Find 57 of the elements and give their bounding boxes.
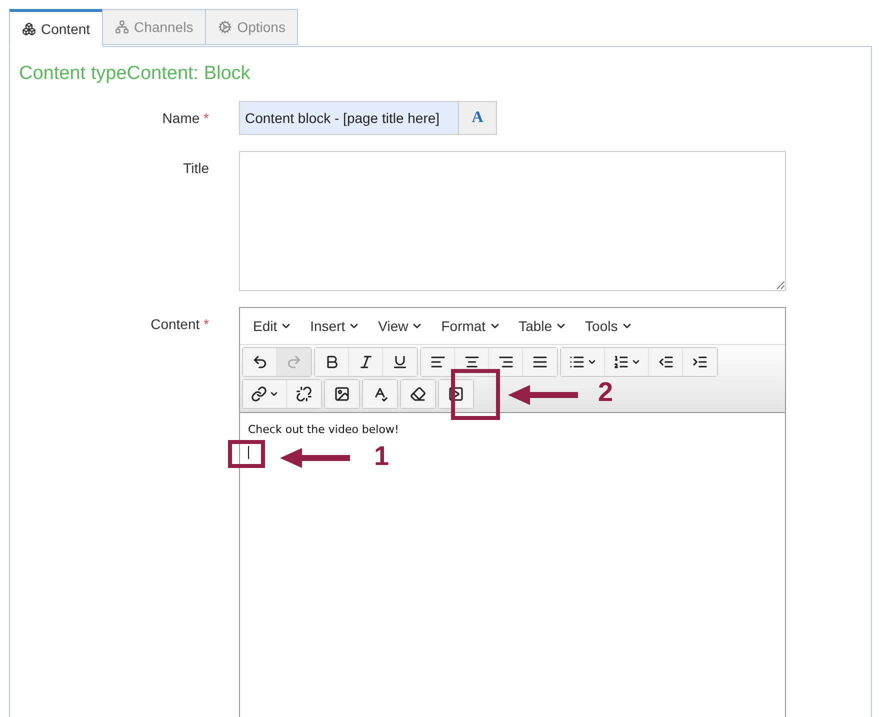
font-button[interactable]: A <box>459 101 497 135</box>
bold-button[interactable] <box>315 348 349 376</box>
unlink-button[interactable] <box>287 380 321 408</box>
name-input[interactable]: Content block - [page title here] <box>239 101 459 135</box>
eraser-icon <box>410 386 426 402</box>
align-right-icon <box>498 354 514 370</box>
image-icon <box>334 386 350 402</box>
indent-button[interactable] <box>683 348 717 376</box>
link-icon <box>250 386 266 402</box>
arrow-icon <box>280 448 350 468</box>
required-mark: * <box>204 110 209 126</box>
highlight-box <box>228 440 265 468</box>
menu-item[interactable]: Format <box>432 318 510 334</box>
italic-icon <box>358 354 374 370</box>
sitemap-icon <box>115 20 130 34</box>
justify-icon <box>532 354 548 370</box>
page-heading: Content typeContent: Block <box>19 63 252 85</box>
redo-icon <box>286 354 302 370</box>
step-number: 2 <box>598 377 614 408</box>
underline-icon <box>392 354 408 370</box>
editor-text: Check out the video below! <box>248 423 400 436</box>
step-number: 1 <box>374 441 390 472</box>
arrow-icon <box>508 385 578 405</box>
justify-button[interactable] <box>523 348 557 376</box>
menu-item[interactable]: Table <box>510 318 576 334</box>
field-label: Content <box>150 316 200 332</box>
menu-item[interactable]: Edit <box>244 318 302 334</box>
undo-button[interactable] <box>243 348 277 376</box>
menu-item[interactable]: Tools <box>576 318 642 334</box>
video-icon <box>448 386 464 402</box>
text-cursor <box>248 446 249 459</box>
outdent-icon <box>658 354 674 370</box>
undo-icon <box>252 354 268 370</box>
outdent-button[interactable] <box>649 348 683 376</box>
tab[interactable]: Content <box>9 9 104 47</box>
italic-button[interactable] <box>349 348 383 376</box>
spellcheck-icon <box>372 386 388 402</box>
align-center-icon <box>464 354 480 370</box>
unlink-icon <box>296 386 312 402</box>
menu-item[interactable]: Insert <box>301 318 370 334</box>
align-right-button[interactable] <box>489 348 523 376</box>
align-left-icon <box>430 354 446 370</box>
link-button[interactable] <box>243 380 287 408</box>
indent-icon <box>692 354 708 370</box>
cubes-icon <box>22 22 36 36</box>
align-left-button[interactable] <box>421 348 455 376</box>
highlight-box <box>451 369 500 420</box>
underline-button[interactable] <box>383 348 417 376</box>
field-label: Name <box>162 110 200 126</box>
required-mark: * <box>204 316 209 332</box>
menu-item[interactable]: View <box>369 318 432 334</box>
gears-icon <box>218 20 232 34</box>
bullet-list-icon <box>568 354 584 370</box>
numbered-list-icon <box>612 354 628 370</box>
numbered-list-button[interactable] <box>605 348 649 376</box>
bullet-list-button[interactable] <box>561 348 605 376</box>
field-label: Title <box>183 160 209 176</box>
